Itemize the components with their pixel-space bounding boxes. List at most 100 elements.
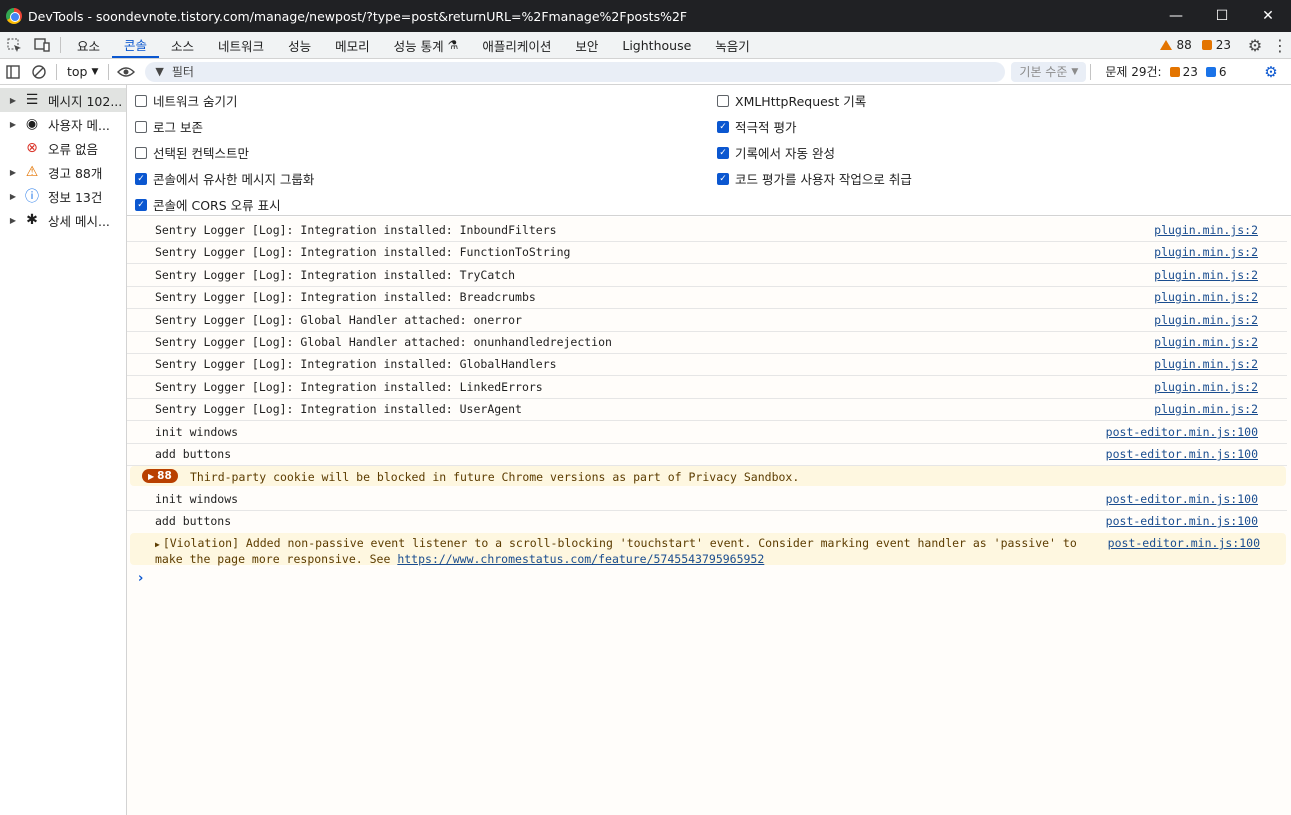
chrome-logo-icon <box>6 8 22 24</box>
tab-sources[interactable]: 소스 <box>159 32 206 58</box>
errors-counter[interactable]: 23 <box>1201 38 1231 52</box>
errors-count: 23 <box>1215 38 1231 52</box>
expand-arrow-icon[interactable]: ▶ <box>155 540 160 549</box>
checkbox[interactable] <box>717 94 729 107</box>
message-text: Third-party cookie will be blocked in fu… <box>190 470 800 484</box>
tab-console[interactable]: 콘솔 <box>112 32 160 58</box>
tab-security[interactable]: 보안 <box>563 32 610 58</box>
setting-user-activation-eval[interactable]: ✓ 코드 평가를 사용자 작업으로 취급 <box>717 169 912 188</box>
checkbox[interactable] <box>135 146 147 159</box>
expand-arrow-icon: ▶ <box>9 167 17 177</box>
source-link[interactable]: plugin.min.js:2 <box>1154 380 1258 394</box>
source-link[interactable]: plugin.min.js:2 <box>1154 357 1258 371</box>
source-link[interactable]: post-editor.min.js:100 <box>1106 492 1258 506</box>
tab-elements[interactable]: 요소 <box>65 32 112 58</box>
console-settings-gear-icon[interactable]: ⚙ <box>1261 62 1281 82</box>
console-settings-panel: 네트워크 숨기기 로그 보존 선택된 컨텍스트만 ✓ 콘솔에서 유사한 메시지 … <box>127 85 1291 216</box>
expand-arrow-icon: ▶ <box>9 119 17 129</box>
issues-info-count: 6 <box>1218 64 1227 79</box>
sidebar-item-verbose[interactable]: ▶ ✱ 상세 메시... <box>0 208 126 232</box>
source-link[interactable]: plugin.min.js:2 <box>1154 402 1258 416</box>
tab-application[interactable]: 애플리케이션 <box>470 32 563 58</box>
clear-console-icon[interactable] <box>26 59 52 85</box>
message-text: add buttons <box>155 447 232 461</box>
chromestatus-link[interactable]: https://www.chromestatus.com/feature/574… <box>397 552 764 566</box>
checkbox-checked[interactable]: ✓ <box>135 198 147 211</box>
source-link[interactable]: post-editor.min.js:100 <box>1108 536 1260 550</box>
checkbox-checked[interactable]: ✓ <box>717 120 729 133</box>
more-options-icon[interactable]: ⋮ <box>1269 32 1291 58</box>
setting-label: 콘솔에 CORS 오류 표시 <box>153 198 281 213</box>
bug-icon: ✱ <box>26 212 38 228</box>
source-link[interactable]: post-editor.min.js:100 <box>1106 447 1258 461</box>
tab-recorder[interactable]: 녹음기 <box>703 32 762 58</box>
setting-log-xmlhttprequest[interactable]: XMLHttpRequest 기록 <box>717 91 866 110</box>
inspect-element-icon[interactable] <box>0 32 28 58</box>
sidebar-item-user-messages[interactable]: ▶ ◉ 사용자 메... <box>0 112 126 136</box>
sidebar-item-label: 정보 13건 <box>48 189 103 205</box>
sidebar-item-label: 상세 메시... <box>48 213 110 229</box>
expand-arrow-icon: ▶ <box>9 191 17 201</box>
sidebar-toggle-icon[interactable] <box>0 59 26 85</box>
live-expression-eye-icon[interactable] <box>113 59 139 85</box>
setting-group-similar[interactable]: ✓ 콘솔에서 유사한 메시지 그룹화 <box>135 169 314 188</box>
checkbox[interactable] <box>135 94 147 107</box>
context-selector[interactable]: top ▼ <box>61 64 104 79</box>
console-message: Sentry Logger [Log]: Integration install… <box>127 376 1287 399</box>
expand-arrow-icon: ▶ <box>9 215 17 225</box>
setting-show-cors-errors[interactable]: ✓ 콘솔에 CORS 오류 표시 <box>135 195 281 214</box>
sidebar-item-messages[interactable]: ▶ ☰ 메시지 102... <box>0 88 126 112</box>
source-link[interactable]: post-editor.min.js:100 <box>1106 514 1258 528</box>
message-text: Sentry Logger [Log]: Integration install… <box>155 402 522 416</box>
settings-gear-icon[interactable]: ⚙ <box>1241 32 1269 58</box>
tab-performance-insights[interactable]: 성능 통계 ⚗ <box>382 32 471 58</box>
warnings-count: 88 <box>1176 38 1192 52</box>
tab-lighthouse[interactable]: Lighthouse <box>610 32 703 58</box>
setting-preserve-log[interactable]: 로그 보존 <box>135 117 203 136</box>
checkbox-checked[interactable]: ✓ <box>135 172 147 185</box>
info-issue-icon <box>1205 66 1216 77</box>
issues-counter[interactable]: 문제 29건: 23 6 <box>1105 63 1226 80</box>
sidebar-item-warnings[interactable]: ▶ ⚠ 경고 88개 <box>0 160 126 184</box>
message-text: Sentry Logger [Log]: Integration install… <box>155 223 557 237</box>
warning-group-message[interactable]: ▶ 88 Third-party cookie will be blocked … <box>130 466 1286 486</box>
source-link[interactable]: plugin.min.js:2 <box>1154 268 1258 282</box>
warnings-counter[interactable]: 88 <box>1160 38 1192 52</box>
warning-group-badge[interactable]: ▶ 88 <box>142 469 178 483</box>
setting-selected-context-only[interactable]: 선택된 컨텍스트만 <box>135 143 249 162</box>
sidebar-item-errors[interactable]: ⊗ 오류 없음 <box>0 136 126 160</box>
source-link[interactable]: post-editor.min.js:100 <box>1106 425 1258 439</box>
filter-input-box[interactable]: ▼ <box>145 61 1006 82</box>
source-link[interactable]: plugin.min.js:2 <box>1154 335 1258 349</box>
checkbox-checked[interactable]: ✓ <box>717 172 729 185</box>
source-link[interactable]: plugin.min.js:2 <box>1154 223 1258 237</box>
console-prompt-icon[interactable]: › <box>138 571 143 586</box>
source-link[interactable]: plugin.min.js:2 <box>1154 245 1258 259</box>
console-toolbar: top ▼ ▼ 기본 수준 ▼ 문제 29건: 23 6 ⚙ <box>0 59 1291 85</box>
minimize-button[interactable]: — <box>1153 0 1199 32</box>
title-bar: DevTools - soondevnote.tistory.com/manag… <box>0 0 1291 32</box>
checkbox-checked[interactable]: ✓ <box>717 146 729 159</box>
warning-group-count: 88 <box>157 470 172 482</box>
setting-eager-evaluation[interactable]: ✓ 적극적 평가 <box>717 117 796 136</box>
device-toolbar-icon[interactable] <box>28 32 56 58</box>
tab-network[interactable]: 네트워크 <box>206 32 276 58</box>
toolbar-divider <box>1090 63 1092 80</box>
log-levels-dropdown[interactable]: 기본 수준 ▼ <box>1011 61 1087 82</box>
message-text: Sentry Logger [Log]: Integration install… <box>155 268 516 282</box>
close-button[interactable]: ✕ <box>1245 0 1291 32</box>
setting-hide-network[interactable]: 네트워크 숨기기 <box>135 91 237 110</box>
sidebar-item-info[interactable]: ▶ ⓘ 정보 13건 <box>0 184 126 208</box>
source-link[interactable]: plugin.min.js:2 <box>1154 290 1258 304</box>
issues-error-count: 23 <box>1182 64 1198 79</box>
maximize-button[interactable]: ☐ <box>1199 0 1245 32</box>
message-text: Sentry Logger [Log]: Integration install… <box>155 290 536 304</box>
filter-input[interactable] <box>171 64 972 79</box>
tab-memory[interactable]: 메모리 <box>323 32 382 58</box>
source-link[interactable]: plugin.min.js:2 <box>1154 313 1258 327</box>
list-icon: ☰ <box>25 92 39 108</box>
tab-performance[interactable]: 성능 <box>276 32 323 58</box>
checkbox[interactable] <box>135 120 147 133</box>
setting-autocomplete-history[interactable]: ✓ 기록에서 자동 완성 <box>717 143 835 162</box>
message-text: Sentry Logger [Log]: Global Handler atta… <box>155 313 522 327</box>
